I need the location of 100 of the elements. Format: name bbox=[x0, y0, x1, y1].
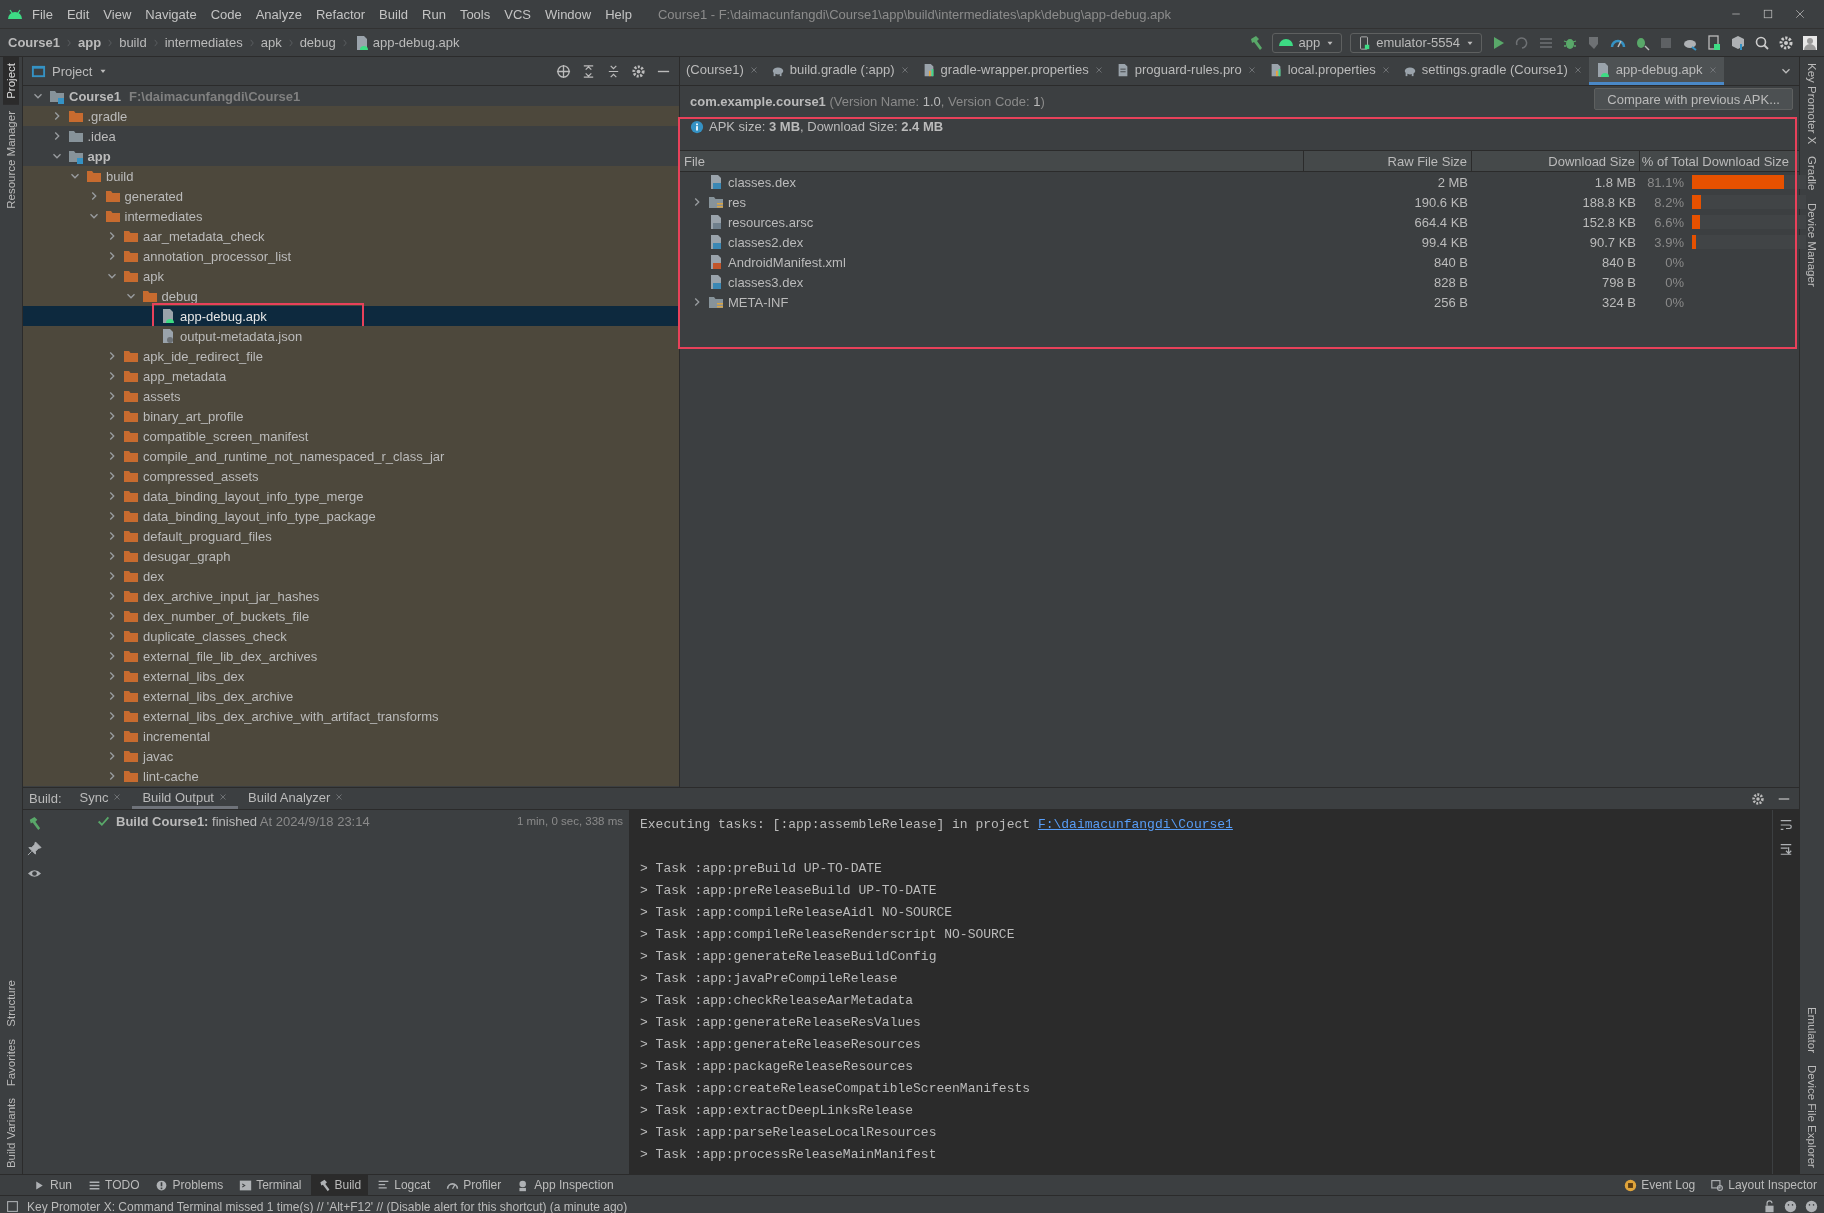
search-icon[interactable] bbox=[1754, 34, 1770, 51]
tool-window-tab[interactable]: Resource Manager bbox=[3, 104, 19, 215]
tree-item[interactable]: data_binding_layout_info_type_merge bbox=[23, 486, 679, 506]
pin-icon[interactable] bbox=[26, 841, 42, 856]
tree-item[interactable]: apk_ide_redirect_file bbox=[23, 346, 679, 366]
menu-item[interactable]: Build bbox=[373, 4, 414, 24]
close-icon[interactable] bbox=[748, 64, 759, 75]
tool-window-button[interactable]: Layout Inspector bbox=[1704, 1175, 1824, 1195]
tree-item[interactable]: javac bbox=[23, 746, 679, 766]
tool-window-button[interactable]: App Inspection bbox=[510, 1175, 621, 1195]
menu-item[interactable]: Analyze bbox=[249, 4, 308, 24]
tool-window-tab[interactable]: Structure bbox=[3, 973, 19, 1033]
breadcrumb[interactable]: apk bbox=[260, 35, 282, 50]
panel-title[interactable]: Project bbox=[52, 63, 93, 79]
editor-tab[interactable]: local.properties bbox=[1262, 57, 1397, 85]
tool-window-tab[interactable]: Project bbox=[3, 57, 19, 105]
editor-tab[interactable]: app-debug.apk bbox=[1588, 57, 1724, 85]
editor-tab[interactable]: build.gradle (:app) bbox=[764, 57, 916, 85]
breadcrumb[interactable]: app-debug.apk bbox=[353, 34, 460, 51]
expand-all-icon[interactable] bbox=[581, 63, 596, 79]
maximize-icon[interactable] bbox=[1762, 8, 1774, 20]
collapse-all-icon[interactable] bbox=[606, 63, 621, 79]
file-name[interactable]: AndroidManifest.xml bbox=[728, 254, 846, 270]
scroll-end-icon[interactable] bbox=[1779, 842, 1793, 856]
tree-item[interactable]: data_binding_layout_info_type_package bbox=[23, 506, 679, 526]
editor-tab[interactable]: settings.gradle (Course1) bbox=[1396, 57, 1589, 85]
close-icon[interactable] bbox=[112, 792, 123, 802]
tool-window-button[interactable]: TODO bbox=[81, 1175, 147, 1195]
tree-item[interactable]: intermediates bbox=[23, 206, 679, 226]
menu-item[interactable]: Window bbox=[538, 4, 598, 24]
file-name[interactable]: resources.arsc bbox=[728, 214, 814, 230]
tree-item[interactable]: desugar_graph bbox=[23, 546, 679, 566]
tool-window-tab[interactable]: Emulator bbox=[1804, 1001, 1820, 1060]
tree-item[interactable]: external_file_lib_dex_archives bbox=[23, 646, 679, 666]
tree-item[interactable]: app_metadata bbox=[23, 366, 679, 386]
close-icon[interactable] bbox=[899, 64, 910, 75]
breadcrumb[interactable]: debug bbox=[299, 35, 336, 50]
close-icon[interactable] bbox=[1572, 64, 1583, 75]
run-config-dropdown[interactable]: app bbox=[1272, 32, 1343, 53]
menu-item[interactable]: Edit bbox=[60, 4, 96, 24]
tree-item[interactable]: generated bbox=[23, 186, 679, 206]
run-config-dropdown[interactable]: emulator-5554 bbox=[1350, 32, 1482, 53]
tree-item[interactable]: apk bbox=[23, 266, 679, 286]
menu-item[interactable]: Run bbox=[416, 4, 452, 24]
tree-item[interactable]: external_libs_dex bbox=[23, 666, 679, 686]
smiley-icon[interactable] bbox=[1805, 1200, 1818, 1213]
tree-item[interactable]: assets bbox=[23, 386, 679, 406]
build-tab[interactable]: Build Output bbox=[132, 788, 238, 809]
tree-item[interactable]: duplicate_classes_check bbox=[23, 626, 679, 646]
tree-item[interactable]: .gradle bbox=[23, 106, 679, 126]
tree-item[interactable]: annotation_processor_list bbox=[23, 246, 679, 266]
file-name[interactable]: classes3.dex bbox=[728, 274, 804, 290]
tree-item[interactable]: external_libs_dex_archive_with_artifact_transforms bbox=[23, 706, 679, 726]
menu-item[interactable]: Help bbox=[599, 4, 638, 24]
tree-item[interactable]: default_proguard_files bbox=[23, 526, 679, 546]
close-icon[interactable] bbox=[1380, 64, 1391, 75]
tree-item[interactable]: compatible_screen_manifest bbox=[23, 426, 679, 446]
column-header[interactable]: % of Total Download Size bbox=[1640, 151, 1799, 171]
tool-window-tab[interactable]: Key Promoter X bbox=[1804, 57, 1820, 151]
settings-icon[interactable] bbox=[1778, 34, 1794, 51]
tool-window-tab[interactable]: Build Variants bbox=[3, 1091, 19, 1174]
package-icon[interactable] bbox=[1730, 34, 1746, 51]
close-icon[interactable] bbox=[1246, 64, 1257, 75]
build-result[interactable]: Build Course1: finished At 2024/9/18 23:14 1 min, 0 sec, 338 ms bbox=[45, 810, 629, 832]
tool-window-tab[interactable]: Gradle bbox=[1804, 150, 1820, 197]
column-header[interactable]: File bbox=[680, 151, 1304, 171]
close-icon[interactable] bbox=[218, 792, 228, 802]
tree-item[interactable]: Course1 F:\daimacunfangdi\Course1 bbox=[23, 86, 679, 106]
breadcrumb[interactable]: Course1 bbox=[8, 35, 61, 50]
build-tab[interactable]: Build Analyzer bbox=[238, 788, 355, 809]
tool-window-button[interactable]: Problems bbox=[148, 1175, 231, 1195]
panel-toggle-icon[interactable] bbox=[6, 1200, 19, 1213]
tool-window-button[interactable]: Build bbox=[310, 1175, 369, 1195]
avatar-icon[interactable] bbox=[1802, 34, 1818, 51]
settings-icon[interactable] bbox=[631, 63, 646, 79]
tree-item[interactable]: debug bbox=[23, 286, 679, 306]
file-name[interactable]: classes2.dex bbox=[728, 234, 804, 250]
file-name[interactable]: classes.dex bbox=[728, 174, 796, 190]
device-manager-icon[interactable] bbox=[1706, 34, 1722, 51]
column-header[interactable]: Download Size bbox=[1472, 151, 1640, 171]
tree-item[interactable]: aar_metadata_check bbox=[23, 226, 679, 246]
breadcrumb[interactable]: build bbox=[119, 35, 147, 50]
editor-tab[interactable]: proguard-rules.pro bbox=[1109, 57, 1263, 85]
tree-item[interactable]: binary_art_profile bbox=[23, 406, 679, 426]
tool-window-tab[interactable]: Device File Explorer bbox=[1804, 1059, 1820, 1174]
menu-item[interactable]: File bbox=[26, 4, 59, 24]
compare-button[interactable]: Compare with previous APK... bbox=[1594, 88, 1793, 110]
tree-item[interactable]: dex_number_of_buckets_file bbox=[23, 606, 679, 626]
tree-item[interactable]: dex bbox=[23, 566, 679, 586]
column-header[interactable]: Raw File Size bbox=[1304, 151, 1472, 171]
close-icon[interactable] bbox=[1707, 64, 1718, 75]
close-icon[interactable] bbox=[334, 792, 345, 802]
file-name[interactable]: META-INF bbox=[728, 294, 789, 310]
project-link[interactable]: F:\daimacunfangdi\Course1 bbox=[1037, 817, 1233, 832]
menu-item[interactable]: Tools bbox=[453, 4, 497, 24]
editor-tab[interactable]: (Course1) bbox=[680, 57, 765, 85]
tree-item[interactable]: lint-cache bbox=[23, 766, 679, 786]
editor-tab[interactable]: gradle-wrapper.properties bbox=[915, 57, 1110, 85]
smiley-icon[interactable] bbox=[1784, 1200, 1797, 1213]
tree-item[interactable]: compile_and_runtime_not_namespaced_r_class_jar bbox=[23, 446, 679, 466]
